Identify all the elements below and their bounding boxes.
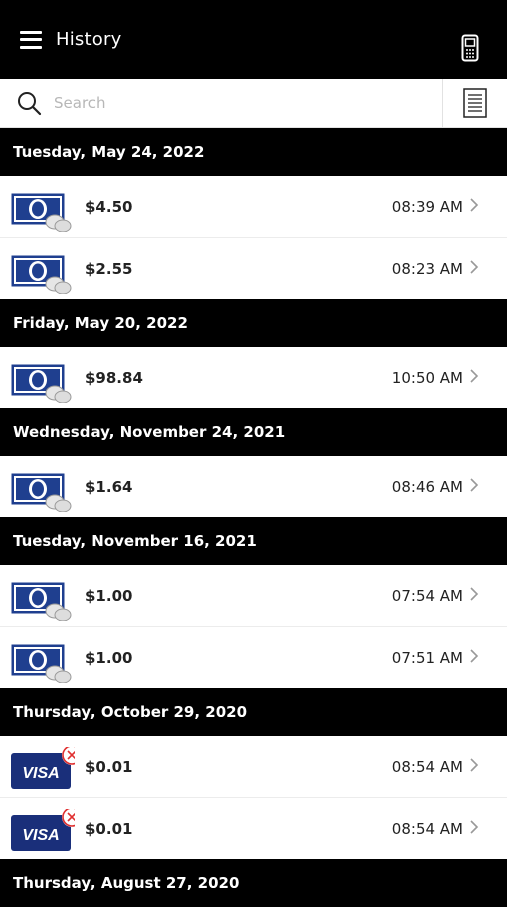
transaction-row[interactable]: VISA $0.01 08:54 AM	[0, 798, 507, 859]
transaction-amount: $1.64	[85, 477, 133, 496]
search-icon	[18, 92, 42, 116]
date-section-header: Friday, May 20, 2022	[0, 299, 507, 347]
visa-declined-icon: VISA	[11, 807, 82, 851]
chevron-right-icon	[469, 819, 479, 839]
chevron-right-icon	[469, 757, 479, 777]
chevron-right-icon	[469, 477, 479, 497]
search-field[interactable]	[0, 79, 442, 127]
date-section-header: Wednesday, November 24, 2021	[0, 408, 507, 456]
chevron-right-icon	[469, 259, 479, 279]
transaction-group: $4.50 08:39 AM $2.55 08:23 AM	[0, 176, 507, 299]
date-section-header: Tuesday, May 24, 2022	[0, 128, 507, 176]
search-bar	[0, 79, 507, 128]
transaction-time: 08:54 AM	[391, 819, 463, 838]
transaction-row[interactable]: $1.00 07:54 AM	[0, 565, 507, 627]
cash-payment-icon	[11, 192, 73, 233]
svg-text:VISA: VISA	[22, 827, 59, 844]
chevron-right-icon	[469, 197, 479, 217]
page-title: History	[56, 29, 122, 50]
transaction-group: VISA $0.01 08:54 AM VISA $0.01 08:54 AM	[0, 736, 507, 859]
transaction-amount: $4.50	[85, 197, 133, 216]
transaction-row[interactable]: $1.00 07:51 AM	[0, 627, 507, 688]
transaction-time: 08:39 AM	[391, 197, 463, 216]
cash-payment-icon	[11, 363, 73, 404]
transaction-time: 07:54 AM	[391, 586, 463, 605]
cash-payment-icon	[11, 643, 73, 684]
transaction-group: $98.84 10:50 AM	[0, 347, 507, 408]
transaction-row[interactable]: $2.55 08:23 AM	[0, 238, 507, 299]
transaction-time: 08:54 AM	[391, 757, 463, 776]
history-list: Tuesday, May 24, 2022 $4.50 08:39 AM $2.5…	[0, 128, 507, 907]
transaction-time: 07:51 AM	[391, 648, 463, 667]
cash-payment-icon	[11, 254, 73, 295]
chevron-right-icon	[469, 586, 479, 606]
transaction-amount: $0.01	[85, 819, 133, 838]
visa-declined-icon: VISA	[11, 745, 82, 789]
chevron-right-icon	[469, 648, 479, 668]
date-section-header: Thursday, October 29, 2020	[0, 688, 507, 736]
date-section-header: Tuesday, November 16, 2021	[0, 517, 507, 565]
search-input[interactable]	[52, 93, 356, 113]
transaction-amount: $1.00	[85, 586, 133, 605]
transaction-time: 08:46 AM	[391, 477, 463, 496]
svg-text:VISA: VISA	[22, 765, 59, 782]
transaction-group: $1.64 08:46 AM	[0, 456, 507, 517]
transaction-amount: $2.55	[85, 259, 133, 278]
hamburger-menu-icon[interactable]	[20, 30, 42, 49]
list-icon	[463, 88, 487, 118]
transaction-time: 10:50 AM	[391, 368, 463, 387]
transaction-amount: $98.84	[85, 368, 143, 387]
cash-payment-icon	[11, 472, 73, 513]
device-icon[interactable]	[461, 34, 479, 66]
transaction-row[interactable]: $4.50 08:39 AM	[0, 176, 507, 238]
chevron-right-icon	[469, 368, 479, 388]
top-bar: History	[0, 0, 507, 79]
transaction-row[interactable]: VISA $0.01 08:54 AM	[0, 736, 507, 798]
transaction-row[interactable]: $1.64 08:46 AM	[0, 456, 507, 517]
transaction-time: 08:23 AM	[391, 259, 463, 278]
cash-payment-icon	[11, 581, 73, 622]
transaction-row[interactable]: $98.84 10:50 AM	[0, 347, 507, 408]
transaction-amount: $1.00	[85, 648, 133, 667]
transaction-amount: $0.01	[85, 757, 133, 776]
transaction-group: $1.00 07:54 AM $1.00 07:51 AM	[0, 565, 507, 688]
list-view-button[interactable]	[442, 79, 507, 127]
